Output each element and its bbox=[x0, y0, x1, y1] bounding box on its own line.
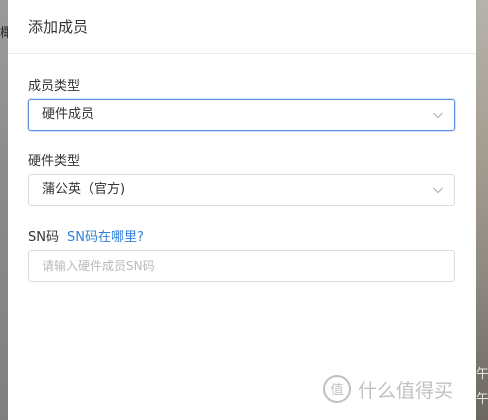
chevron-down-icon bbox=[433, 112, 443, 119]
background-right-strip: 午 午 bbox=[476, 0, 488, 420]
hardware-type-value: 蒲公英（官方) bbox=[42, 182, 126, 197]
hardware-type-select[interactable]: 蒲公英（官方) bbox=[28, 174, 455, 206]
dialog-title: 添加成员 bbox=[28, 18, 89, 36]
background-peek-text: 午 bbox=[476, 392, 488, 407]
member-type-label: 成员类型 bbox=[28, 79, 81, 94]
watermark-text: 什么值得买 bbox=[358, 379, 454, 402]
member-type-select[interactable]: 硬件成员 bbox=[28, 99, 455, 131]
member-type-value: 硬件成员 bbox=[42, 107, 95, 122]
chevron-down-icon bbox=[433, 187, 443, 194]
dialog-header: 添加成员 bbox=[8, 0, 476, 54]
hardware-type-label: 硬件类型 bbox=[28, 154, 81, 169]
add-member-dialog: 添加成员 成员类型 硬件成员 硬件类型 蒲公英（官方) SN码 SN码在哪里? bbox=[8, 0, 476, 420]
watermark-logo-char: 值 bbox=[330, 382, 343, 398]
watermark-logo-icon: 值 bbox=[323, 375, 351, 403]
sn-label: SN码 bbox=[28, 230, 59, 245]
background-left-strip: 椰 bbox=[0, 0, 13, 420]
sn-input[interactable] bbox=[28, 250, 455, 282]
sn-help-link[interactable]: SN码在哪里? bbox=[67, 230, 144, 245]
watermark: 值 什么值得买 bbox=[322, 374, 453, 404]
background-peek-text: 午 bbox=[476, 367, 488, 382]
sn-label-row: SN码 SN码在哪里? bbox=[28, 226, 144, 245]
